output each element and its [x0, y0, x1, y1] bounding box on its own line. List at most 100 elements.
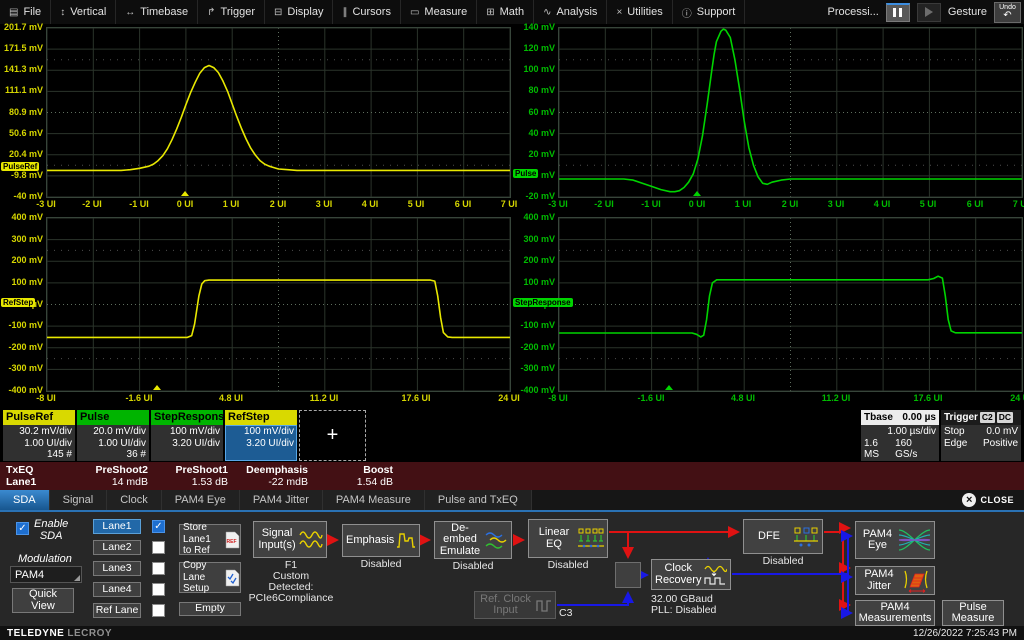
signal-inputs-button[interactable]: Signal Input(s) [253, 521, 327, 558]
modulation-dropdown[interactable]: PAM4 [10, 566, 82, 583]
x-axis-tick: 6 UI [967, 199, 984, 209]
tab-signal[interactable]: Signal [50, 490, 108, 510]
menu-math[interactable]: ⊞Math [477, 0, 534, 24]
trigger-icon: ↱ [207, 7, 215, 18]
deembed-emulate-button[interactable]: De-embed Emulate [434, 521, 512, 559]
plot-area-pulseref[interactable] [46, 27, 511, 198]
trace-label-refstep[interactable]: RefStep [1, 298, 35, 307]
tab-sda[interactable]: SDA [0, 490, 50, 510]
clock-source-mux[interactable] [615, 562, 641, 588]
menu-support[interactable]: ⓘSupport [673, 0, 746, 24]
y-axis-tick: 111.1 mV [0, 85, 43, 95]
dialog-tab-bar: SDASignalClockPAM4 EyePAM4 JitterPAM4 Me… [0, 490, 1024, 510]
trigger-position-marker[interactable] [181, 191, 189, 196]
eye-diagram-icon [898, 527, 931, 553]
plot-area-refstep[interactable] [46, 217, 511, 392]
tab-pam4-jitter[interactable]: PAM4 Jitter [240, 490, 323, 510]
play-button[interactable] [917, 3, 941, 22]
menu-cursors[interactable]: ∥Cursors [333, 0, 401, 24]
linear-eq-button[interactable]: Linear EQ [528, 519, 608, 558]
undo-icon: ↶ [1003, 11, 1011, 20]
ref-clock-input-button[interactable]: Ref. Clock Input [474, 591, 556, 619]
math-icon: ⊞ [486, 7, 494, 18]
lane-button-ref-lane[interactable]: Ref Lane [93, 603, 141, 618]
pam4-eye-button[interactable]: PAM4 Eye [855, 521, 935, 559]
emphasis-button[interactable]: Emphasis [342, 524, 420, 557]
trigger-position-marker[interactable] [693, 191, 701, 196]
trace-label-stepresponse[interactable]: StepResponse [513, 298, 573, 307]
lane-checkbox-lane3[interactable] [152, 562, 165, 575]
tab-clock[interactable]: Clock [107, 490, 162, 510]
descriptor-line: 145 # [3, 449, 72, 461]
trace-label-pulseref[interactable]: PulseRef [1, 162, 39, 171]
plot-area-stepresponse[interactable] [558, 217, 1023, 392]
enable-sda-checkbox[interactable]: ✓ [16, 522, 29, 535]
y-axis-tick: -100 mV [512, 320, 555, 330]
y-axis-tick: 300 mV [512, 234, 555, 244]
txeq-result-bar: TxEQ Lane1 PreShoot214 mdBPreShoot11.53 … [0, 462, 1024, 490]
pam4-eye-label: PAM4 Eye [859, 529, 896, 552]
menu-file[interactable]: ▤File [0, 0, 51, 24]
y-axis-tick: 50.6 mV [0, 128, 43, 138]
y-axis-tick: 40 mV [512, 128, 555, 138]
close-dialog-button[interactable]: × CLOSE [962, 490, 1024, 510]
datetime-label: 12/26/2022 7:25:43 PM [913, 628, 1017, 639]
lane-button-lane2[interactable]: Lane2 [93, 540, 141, 555]
pam4-measurements-button[interactable]: PAM4 Measurements [855, 600, 935, 626]
tab-pam4-measure[interactable]: PAM4 Measure [323, 490, 425, 510]
trigger-descriptor[interactable]: Trigger C2 DC Stop0.0 mV EdgePositive [941, 410, 1021, 461]
trace-label-pulse[interactable]: Pulse [513, 169, 538, 178]
trace-descriptors: PulseRef30.2 mV/div1.00 UI/div145 #Pulse… [3, 410, 297, 461]
lane-button-lane4[interactable]: Lane4 [93, 582, 141, 597]
store-lane1-to-ref-button[interactable]: Store Lane1 to Ref REF [179, 524, 241, 555]
menu-label: Analysis [556, 6, 597, 18]
trigger-header: Trigger C2 DC [941, 410, 1021, 425]
add-trace-button[interactable]: + [299, 410, 366, 461]
pam4-jitter-button[interactable]: PAM4 Jitter [855, 566, 935, 595]
undo-button[interactable]: Undo↶ [994, 2, 1021, 23]
x-axis-tick: -1 UI [129, 199, 149, 209]
x-axis-tick: 4 UI [362, 199, 379, 209]
menu-timebase[interactable]: ↔Timebase [116, 0, 198, 24]
descriptor-pulse[interactable]: Pulse20.0 mV/div1.00 UI/div36 # [77, 410, 149, 461]
dfe-button[interactable]: DFE [743, 519, 823, 554]
lane-checkbox-lane2[interactable] [152, 541, 165, 554]
menu-utilities[interactable]: ×Utilities [607, 0, 672, 24]
menu-vertical[interactable]: ↕Vertical [51, 0, 116, 24]
menu-analysis[interactable]: ∿ Analysis [534, 0, 607, 24]
menu-trigger[interactable]: ↱Trigger [198, 0, 265, 24]
descriptor-stepresponse[interactable]: StepResponse100 mV/div3.20 UI/div [151, 410, 223, 461]
y-axis-tick: 100 mV [512, 64, 555, 74]
descriptor-pulseref[interactable]: PulseRef30.2 mV/div1.00 UI/div145 # [3, 410, 75, 461]
lane-checkbox-lane4[interactable] [152, 583, 165, 596]
copy-lane-setup-button[interactable]: Copy Lane Setup [179, 562, 241, 593]
lane-checkbox-ref-lane[interactable] [152, 604, 165, 617]
plot-area-pulse[interactable] [558, 27, 1023, 198]
timebase-descriptor[interactable]: Tbase 0.00 µs 1.00 µs/div 1.6 MS160 GS/s [861, 410, 939, 461]
plus-icon: + [327, 424, 339, 447]
descriptor-refstep[interactable]: RefStep100 mV/div3.20 UI/div [225, 410, 297, 461]
y-axis-tick: 400 mV [0, 212, 43, 222]
x-axis-tick: 3 UI [828, 199, 845, 209]
empty-slot-button[interactable]: Empty [179, 602, 241, 616]
x-axis-tick: -1.6 UI [125, 393, 152, 403]
y-axis-tick: 200 mV [0, 255, 43, 265]
trigger-position-marker[interactable] [665, 385, 673, 390]
tab-pam4-eye[interactable]: PAM4 Eye [162, 490, 240, 510]
lane-checkbox-lane1[interactable]: ✓ [152, 520, 165, 533]
status-bar: TELEDYNELECROY 12/26/2022 7:25:43 PM [0, 626, 1024, 640]
dual-sine-icon [299, 530, 323, 549]
menu-display[interactable]: ⊟Display [265, 0, 333, 24]
x-axis-tick: -3 UI [548, 199, 568, 209]
quick-view-button[interactable]: Quick View [12, 588, 74, 613]
pause-button[interactable] [886, 3, 910, 22]
tab-pulse-and-txeq[interactable]: Pulse and TxEQ [425, 490, 532, 510]
lane-button-lane1[interactable]: Lane1 [93, 519, 141, 534]
lane-button-lane3[interactable]: Lane3 [93, 561, 141, 576]
clock-recovery-button[interactable]: Clock Recovery [651, 559, 731, 590]
analysis-icon: ∿ [543, 7, 551, 18]
pulse-measure-button[interactable]: Pulse Measure [942, 600, 1004, 626]
x-axis-tick: 5 UI [920, 199, 937, 209]
trigger-position-marker[interactable] [153, 385, 161, 390]
menu-measure[interactable]: ▭Measure [401, 0, 477, 24]
